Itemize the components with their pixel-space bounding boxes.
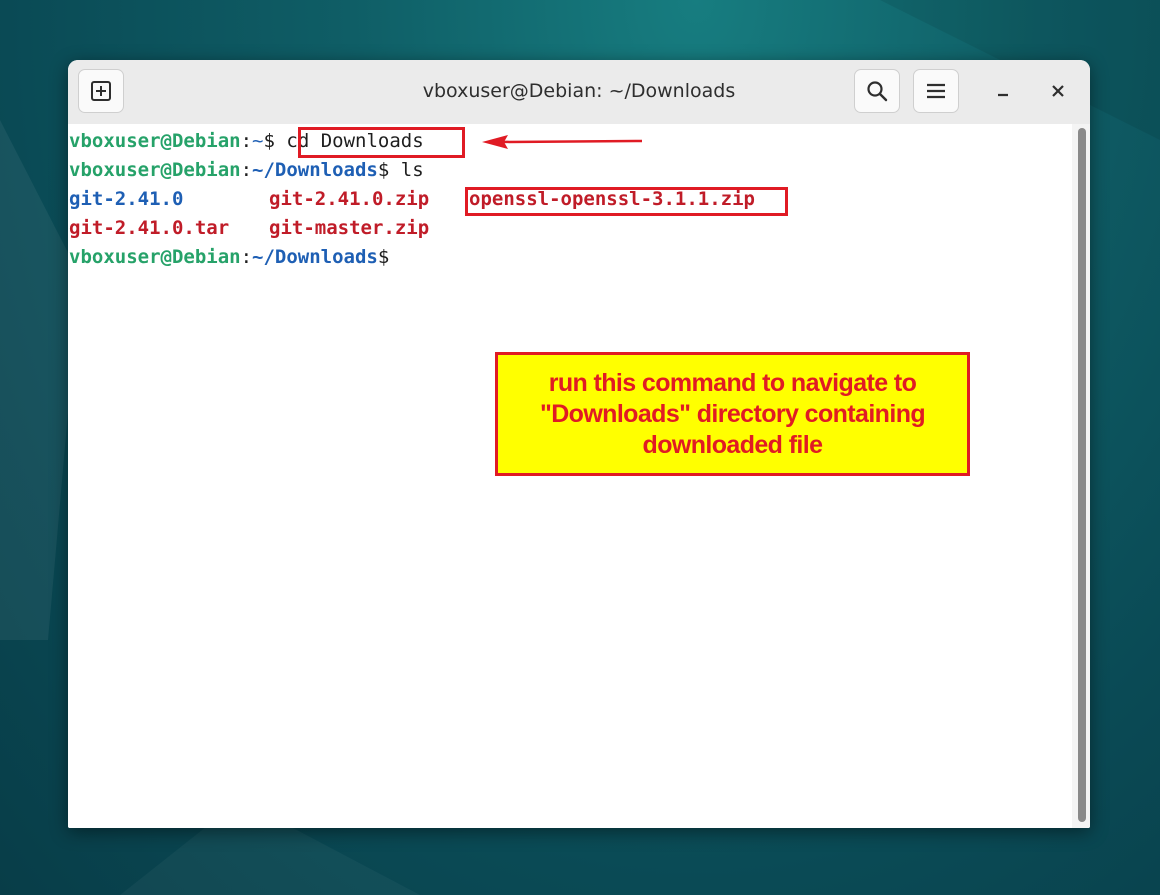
close-button[interactable] <box>1038 69 1078 113</box>
callout-text: run this command to navigate to "Downloa… <box>539 368 926 459</box>
prompt-user-host: vboxuser@Debian <box>69 130 241 152</box>
prompt-user-host: vboxuser@Debian <box>69 246 241 268</box>
prompt-separator: : <box>240 130 253 152</box>
scrollbar[interactable] <box>1072 124 1090 828</box>
ls-output-row: git-2.41.0.tar git-master.zip <box>69 214 969 243</box>
prompt-symbol: $ <box>377 159 401 181</box>
terminal-line: vboxuser@Debian:~/Downloads$ <box>69 243 389 272</box>
ls-entry-archive: git-2.41.0.zip <box>269 188 430 210</box>
prompt-separator: : <box>240 159 253 181</box>
search-button[interactable] <box>854 69 900 113</box>
prompt-symbol: $ <box>263 130 287 152</box>
prompt-path: ~ <box>252 130 264 152</box>
ls-entry-archive: git-2.41.0.tar <box>69 217 230 239</box>
prompt-path: ~/Downloads <box>252 246 378 268</box>
annotation-callout: run this command to navigate to "Downloa… <box>495 352 970 476</box>
command-text: ls <box>400 159 424 181</box>
ls-entry-archive: git-master.zip <box>269 217 430 239</box>
file-highlight-box <box>465 187 788 216</box>
menu-button[interactable] <box>913 69 959 113</box>
terminal-window: vboxuser@Debian: ~/Downloads vboxuser@De… <box>68 60 1090 828</box>
annotation-arrow-icon <box>482 135 643 149</box>
scrollbar-thumb[interactable] <box>1078 128 1086 822</box>
ls-entry-directory: git-2.41.0 <box>69 188 184 210</box>
new-tab-button[interactable] <box>78 69 124 113</box>
prompt-separator: : <box>240 246 253 268</box>
prompt-path: ~/Downloads <box>252 159 378 181</box>
titlebar: vboxuser@Debian: ~/Downloads <box>68 60 1090 125</box>
search-icon <box>867 81 888 102</box>
close-icon <box>1052 85 1064 97</box>
minimize-icon <box>998 93 1008 97</box>
terminal-line: vboxuser@Debian:~/Downloads$ ls <box>69 156 424 185</box>
prompt-user-host: vboxuser@Debian <box>69 159 241 181</box>
prompt-symbol: $ <box>377 246 390 268</box>
terminal-output[interactable]: vboxuser@Debian:~$ cd Downloads vboxuser… <box>68 124 1072 828</box>
hamburger-menu-icon <box>927 83 945 99</box>
command-highlight-box <box>298 127 465 158</box>
new-tab-icon <box>91 81 111 101</box>
minimize-button[interactable] <box>983 69 1023 113</box>
